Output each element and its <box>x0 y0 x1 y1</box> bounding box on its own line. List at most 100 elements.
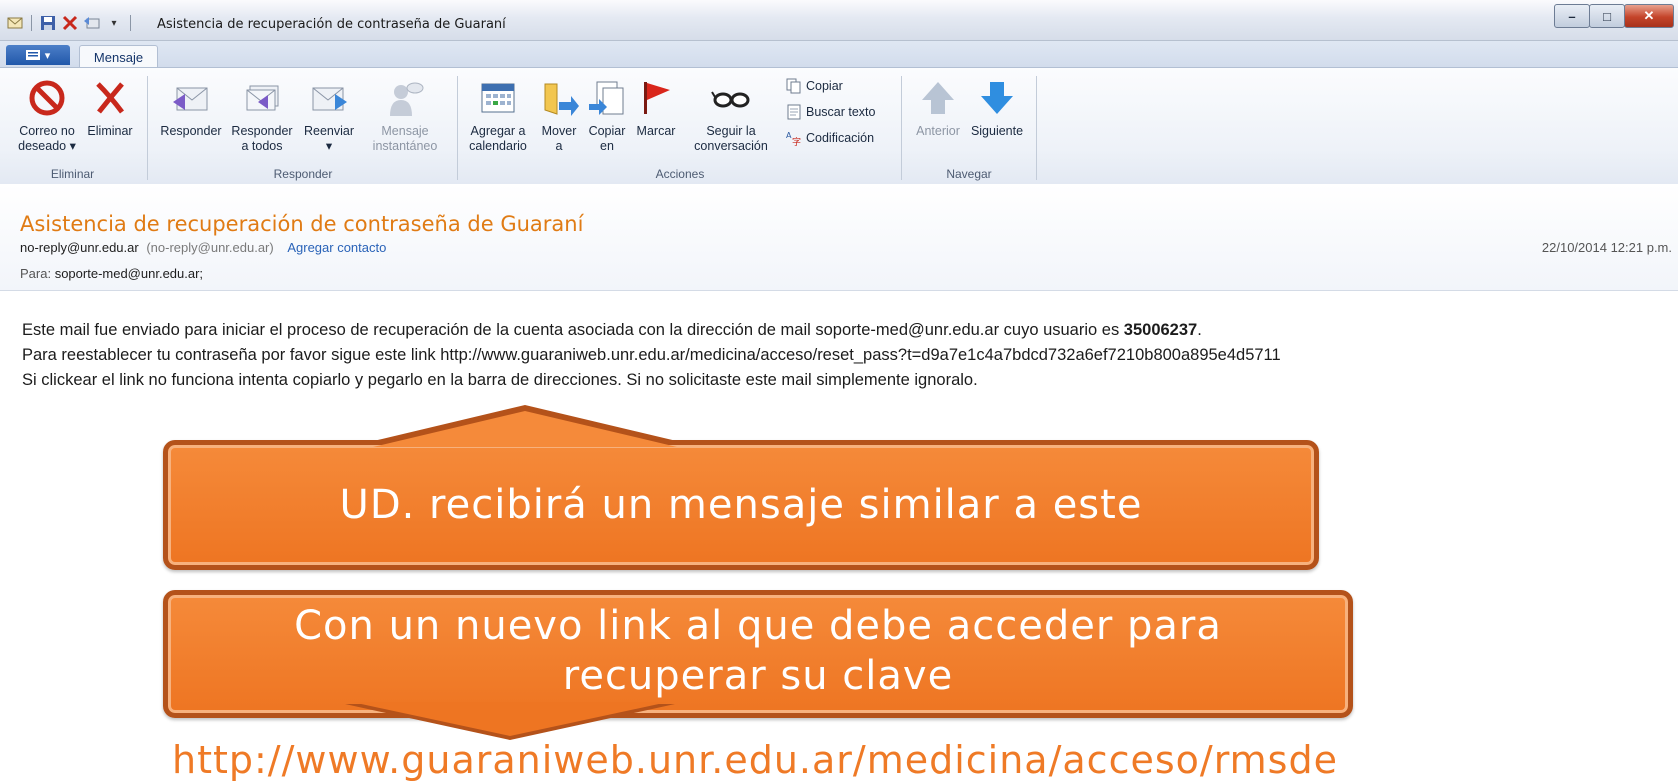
copy-button[interactable]: Copiar <box>786 78 843 94</box>
sender-address[interactable]: no-reply@unr.edu.ar <box>20 240 139 255</box>
instant-message-label: Mensaje instantáneo <box>372 124 438 153</box>
encoding-icon: A字 <box>786 131 801 146</box>
tab-mensaje[interactable]: Mensaje <box>79 45 158 69</box>
arrow-up-icon <box>918 78 958 118</box>
copy-to-label: Copiar en <box>588 124 626 153</box>
add-to-calendar-label: Agregar a calendario <box>469 124 527 153</box>
sender-display: (no-reply@unr.edu.ar) <box>146 240 274 255</box>
group-separator <box>901 76 902 180</box>
envelope-icon[interactable] <box>6 14 24 32</box>
qat-separator <box>130 15 131 31</box>
minimize-button[interactable]: – <box>1554 4 1590 28</box>
copy-icon <box>786 78 801 94</box>
instant-message-button[interactable]: Mensaje instantáneo <box>366 78 444 154</box>
next-button[interactable]: Siguiente <box>966 78 1028 139</box>
qat-separator <box>31 15 32 31</box>
callout-new-link-text: Con un nuevo link al que debe acceder pa… <box>294 603 1222 699</box>
delete-label: Eliminar <box>87 124 133 138</box>
callout-similar-message: UD. recibirá un mensaje similar a este <box>163 440 1319 570</box>
bottom-link-text[interactable]: http://www.guaraniweb.unr.edu.ar/medicin… <box>172 738 1338 782</box>
find-text-button[interactable]: Buscar texto <box>786 104 875 120</box>
previous-label: Anterior <box>916 124 960 138</box>
body-line-2[interactable]: Para reestablecer tu contraseña por favo… <box>22 343 1281 368</box>
group-label-acciones: Acciones <box>655 167 705 181</box>
group-navegar: Anterior Siguiente Navegar <box>904 68 1034 184</box>
message-header: Asistencia de recuperación de contraseña… <box>0 184 1678 291</box>
glasses-icon <box>711 78 751 118</box>
save-icon[interactable] <box>39 14 57 32</box>
copy-to-button[interactable]: Copiar en <box>584 78 630 154</box>
reply-label: Responder <box>160 124 222 138</box>
forward-button[interactable]: Reenviar ▾ <box>296 78 362 154</box>
callout-arrow-down-fill <box>352 702 668 736</box>
body-line-1: Este mail fue enviado para iniciar el pr… <box>22 321 1202 339</box>
to-line: Para: soporte-med@unr.edu.ar; <box>20 266 203 281</box>
delete-icon[interactable] <box>61 14 79 32</box>
quick-access-toolbar: ▾ <box>6 14 134 32</box>
group-responder: Responder Responder a todos Reenviar ▾ Men… <box>150 68 456 184</box>
window-controls: – □ ✕ <box>1554 4 1674 28</box>
junk-mail-button[interactable]: Correo no deseado ▾ <box>14 78 80 154</box>
move-to-label: Mover a <box>541 124 577 153</box>
flag-label: Marcar <box>636 124 676 138</box>
junk-mail-label: Correo no deseado ▾ <box>18 124 76 153</box>
group-acciones: Agregar a calendario Mover a Copiar en Marc… <box>460 68 900 184</box>
maximize-button[interactable]: □ <box>1589 4 1625 28</box>
reply-icon[interactable] <box>83 14 101 32</box>
flag-button[interactable]: Marcar <box>632 78 680 139</box>
ribbon: Correo no deseado ▾ Eliminar Eliminar Res… <box>0 67 1678 185</box>
folder-move-icon <box>539 78 579 118</box>
flag-icon <box>636 78 676 118</box>
message-subject: Asistencia de recuperación de contraseña… <box>20 212 584 236</box>
from-line: no-reply@unr.edu.ar (no-reply@unr.edu.ar… <box>20 240 386 255</box>
calendar-icon <box>478 78 518 118</box>
follow-conversation-button[interactable]: Seguir la conversación <box>692 78 770 154</box>
group-label-eliminar: Eliminar <box>50 167 95 181</box>
add-to-calendar-button[interactable]: Agregar a calendario <box>464 78 532 154</box>
document-icon <box>787 104 801 120</box>
move-to-button[interactable]: Mover a <box>536 78 582 154</box>
follow-conversation-label: Seguir la conversación <box>694 124 768 153</box>
copy-to-icon <box>587 78 627 118</box>
customize-qat-icon[interactable]: ▾ <box>105 14 123 32</box>
group-separator <box>1036 76 1037 180</box>
forward-icon <box>309 78 349 118</box>
callout-new-link: Con un nuevo link al que debe acceder pa… <box>163 590 1353 718</box>
forward-label: Reenviar ▾ <box>303 124 355 153</box>
reply-all-button[interactable]: Responder a todos <box>226 78 298 154</box>
window-title: Asistencia de recuperación de contraseña… <box>157 17 506 32</box>
group-separator <box>457 76 458 180</box>
next-label: Siguiente <box>970 124 1024 138</box>
message-date: 22/10/2014 12:21 p.m. <box>1541 240 1672 255</box>
block-icon <box>27 78 67 118</box>
reply-envelope-icon <box>171 78 211 118</box>
reply-all-icon <box>242 78 282 118</box>
add-contact-link[interactable]: Agregar contacto <box>287 240 386 255</box>
close-button[interactable]: ✕ <box>1624 4 1674 28</box>
recipient-address[interactable]: soporte-med@unr.edu.ar; <box>55 266 203 281</box>
group-eliminar: Correo no deseado ▾ Eliminar Eliminar <box>0 68 145 184</box>
group-separator <box>147 76 148 180</box>
arrow-down-icon <box>977 78 1017 118</box>
instant-message-icon <box>385 78 425 118</box>
to-label: Para: <box>20 266 52 281</box>
delete-button[interactable]: Eliminar <box>84 78 136 139</box>
group-label-navegar: Navegar <box>946 167 992 181</box>
message-body: Este mail fue enviado para iniciar el pr… <box>22 318 1281 393</box>
encoding-button[interactable]: A字 Codificación <box>786 130 874 146</box>
svg-text:字: 字 <box>792 136 801 146</box>
username-value: 35006237 <box>1123 321 1198 339</box>
app-menu-button[interactable]: ▾ <box>6 45 70 65</box>
chevron-down-icon: ▾ <box>44 49 51 62</box>
callout-arrow-up-fill <box>373 411 677 447</box>
menu-icon <box>25 50 40 60</box>
callout-similar-message-text: UD. recibirá un mensaje similar a este <box>339 482 1143 528</box>
ribbon-tab-row: ▾ Mensaje <box>0 41 1678 69</box>
reply-all-label: Responder a todos <box>231 124 293 153</box>
previous-button[interactable]: Anterior <box>908 78 968 139</box>
reply-button[interactable]: Responder <box>156 78 226 139</box>
body-line-3: Si clickear el link no funciona intenta … <box>22 371 978 389</box>
group-label-responder: Responder <box>273 167 333 181</box>
title-bar: ▾ Asistencia de recuperación de contrase… <box>0 0 1678 41</box>
delete-x-icon <box>90 78 130 118</box>
